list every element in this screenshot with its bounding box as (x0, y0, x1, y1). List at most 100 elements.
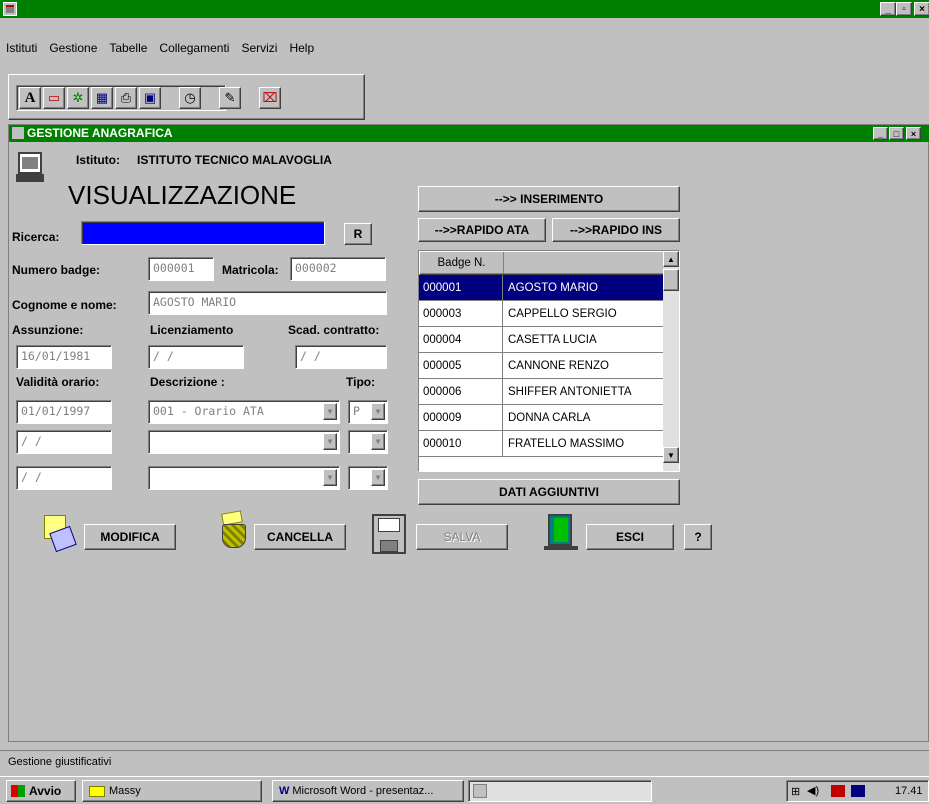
tipo-combo-3[interactable]: ▼ (348, 466, 388, 490)
assunzione-field[interactable]: 16/01/1981 (16, 345, 112, 369)
font-icon[interactable]: A (19, 87, 41, 109)
monitor-icon[interactable]: ▣ (139, 87, 161, 109)
list-item[interactable]: 000004 CASETTA LUCIA (419, 327, 663, 353)
ricerca-input[interactable] (81, 221, 325, 245)
scroll-up-icon[interactable]: ▲ (663, 251, 679, 267)
app-icon[interactable] (3, 2, 17, 16)
menu-servizi[interactable]: Servizi (241, 41, 277, 55)
scadenza-label: Scad. contratto: (288, 323, 380, 337)
name-cell: AGOSTO MARIO (508, 281, 598, 294)
menu-gestione[interactable]: Gestione (49, 41, 97, 55)
restore-button[interactable]: ▫ (896, 2, 912, 16)
child-close-button[interactable]: × (906, 127, 921, 140)
form-icon (16, 152, 46, 184)
tray-monitor-icon[interactable] (851, 785, 865, 797)
close-button[interactable]: × (914, 2, 929, 16)
institute-label: Istituto: (76, 153, 120, 167)
calculator-icon[interactable]: ▦ (91, 87, 113, 109)
status-bar: Gestione giustificativi (0, 750, 929, 772)
chevron-down-icon[interactable]: ▼ (371, 403, 385, 420)
child-minimize-button[interactable]: _ (873, 127, 888, 140)
task-app-icon (473, 784, 487, 798)
matricola-field[interactable]: 000002 (290, 257, 386, 281)
toolbar: A ▭ ✲ ▦ ⎙ ▣ ◷ ✎ ⌧ (8, 74, 365, 120)
menu-help[interactable]: Help (289, 41, 314, 55)
tipo-combo-1[interactable]: P ▼ (348, 400, 388, 424)
validita-field-3[interactable]: / / (16, 466, 112, 490)
modifica-button[interactable]: MODIFICA (84, 524, 176, 550)
name-cell: SHIFFER ANTONIETTA (508, 385, 632, 398)
menu-collegamenti[interactable]: Collegamenti (159, 41, 229, 55)
salva-button[interactable]: SALVA (416, 524, 508, 550)
network-icon[interactable]: ⊞ (791, 785, 800, 798)
badge-cell: 000003 (419, 301, 503, 326)
chevron-down-icon[interactable]: ▼ (371, 433, 385, 450)
inserimento-button[interactable]: -->> INSERIMENTO (418, 186, 680, 212)
nome-field[interactable]: AGOSTO MARIO (148, 291, 387, 315)
list-item[interactable]: 000003 CAPPELLO SERGIO (419, 301, 663, 327)
rapido-ata-button[interactable]: -->>RAPIDO ATA (418, 218, 546, 242)
descrizione-combo-1[interactable]: 001 - Orario ATA ▼ (148, 400, 340, 424)
validita-field-2[interactable]: / / (16, 430, 112, 454)
menu-bar: Istituti Gestione Tabelle Collegamenti S… (6, 38, 326, 58)
col-badge-header[interactable]: Badge N. (420, 252, 504, 274)
chevron-down-icon[interactable]: ▼ (371, 469, 385, 486)
printer-icon[interactable]: ⎙ (115, 87, 137, 109)
list-item[interactable]: 000006 SHIFFER ANTONIETTA (419, 379, 663, 405)
list-rows: 000001 AGOSTO MARIO 000003 CAPPELLO SERGIO 0… (419, 275, 663, 471)
esci-button[interactable]: ESCI (586, 524, 674, 550)
list-item[interactable]: 000009 DONNA CARLA (419, 405, 663, 431)
mode-title: VISUALIZZAZIONE (68, 180, 297, 210)
licenziamento-field[interactable]: / / (148, 345, 244, 369)
menu-tabelle[interactable]: Tabelle (109, 41, 147, 55)
child-maximize-button[interactable]: □ (889, 127, 904, 140)
chevron-down-icon[interactable]: ▼ (323, 469, 337, 486)
menu-istituti[interactable]: Istituti (6, 41, 37, 55)
cancella-button[interactable]: CANCELLA (254, 524, 346, 550)
rapido-ins-button[interactable]: -->>RAPIDO INS (552, 218, 680, 242)
star-icon[interactable]: ✲ (67, 87, 89, 109)
cancella-icon (218, 510, 250, 550)
name-cell: DONNA CARLA (508, 411, 591, 424)
task-active-app[interactable] (468, 780, 652, 802)
child-title: GESTIONE ANAGRAFICA (27, 126, 173, 140)
tipo-combo-2[interactable]: ▼ (348, 430, 388, 454)
chevron-down-icon[interactable]: ▼ (323, 433, 337, 450)
card-icon[interactable]: ▭ (43, 87, 65, 109)
speaker-icon[interactable]: ◀) (807, 784, 819, 797)
badge-field[interactable]: 000001 (148, 257, 214, 281)
child-titlebar: GESTIONE ANAGRAFICA _ □ × (9, 125, 929, 142)
list-item[interactable]: 000005 CANNONE RENZO (419, 353, 663, 379)
start-button[interactable]: Avvio (6, 780, 76, 802)
minimize-button[interactable]: _ (880, 2, 896, 16)
task-massy[interactable]: Massy (82, 780, 262, 802)
edit-icon[interactable]: ✎ (219, 87, 241, 109)
badge-cell: 000004 (419, 327, 503, 352)
clock-icon[interactable]: ◷ (179, 87, 201, 109)
scroll-thumb[interactable] (663, 269, 679, 291)
help-button[interactable]: ? (684, 524, 712, 550)
descrizione-combo-3[interactable]: ▼ (148, 466, 340, 490)
col-name-header[interactable] (504, 252, 678, 274)
validita-field-1[interactable]: 01/01/1997 (16, 400, 112, 424)
list-item[interactable]: 000010 FRATELLO MASSIMO (419, 431, 663, 457)
badge-cell: 000010 (419, 431, 503, 456)
dati-aggiuntivi-button[interactable]: DATI AGGIUNTIVI (418, 479, 680, 505)
tray-app-icon[interactable] (831, 785, 845, 797)
main-titlebar: _ ▫ × (0, 0, 929, 18)
assunzione-label: Assunzione: (12, 323, 84, 337)
tipo-label: Tipo: (346, 375, 376, 389)
list-item[interactable]: 000001 AGOSTO MARIO (419, 275, 663, 301)
exit-door-icon (544, 512, 578, 552)
r-button[interactable]: R (344, 223, 372, 245)
nome-label: Cognome e nome: (12, 298, 117, 312)
task-word[interactable]: W Microsoft Word - presentaz... (272, 780, 464, 802)
list-scrollbar[interactable]: ▲ ▼ (663, 251, 679, 471)
scadenza-field[interactable]: / / (295, 345, 387, 369)
descrizione-combo-2[interactable]: ▼ (148, 430, 340, 454)
scroll-down-icon[interactable]: ▼ (663, 447, 679, 463)
chevron-down-icon[interactable]: ▼ (323, 403, 337, 420)
badge-list: Badge N. 000001 AGOSTO MARIO 000003 CAPPELL… (418, 250, 680, 472)
delete-icon[interactable]: ⌧ (259, 87, 281, 109)
child-title-icon (12, 127, 24, 139)
